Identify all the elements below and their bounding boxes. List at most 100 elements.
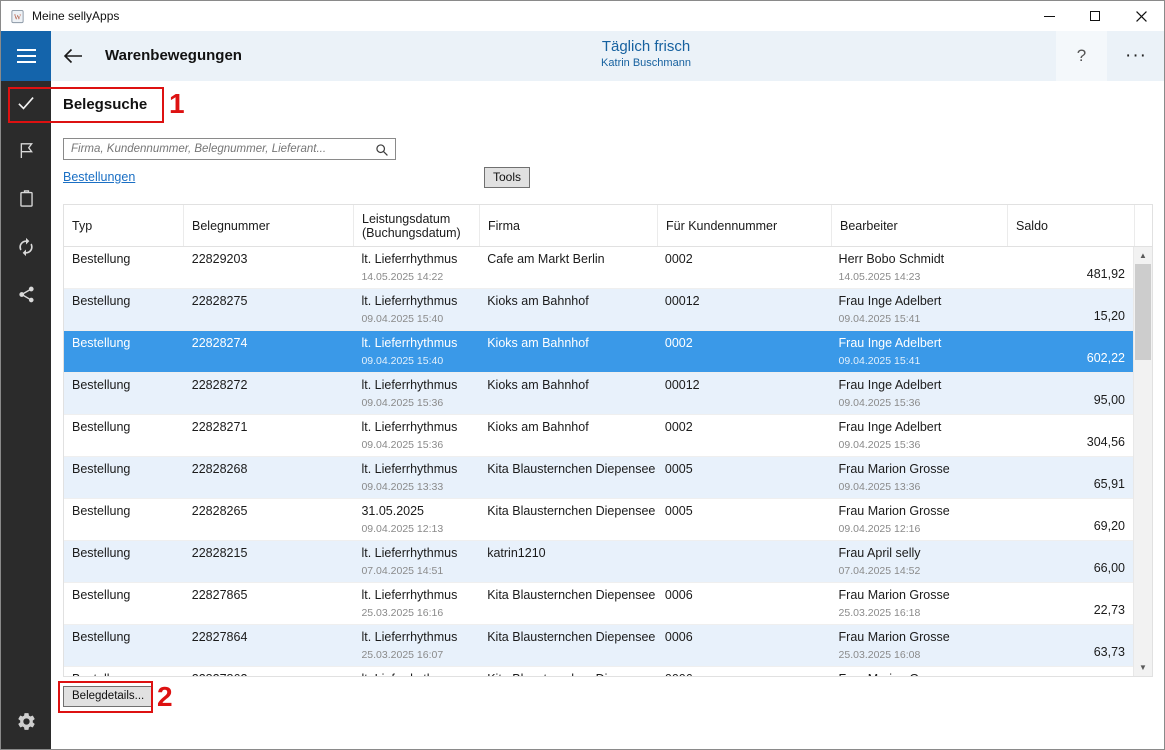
scrollbar-down-icon[interactable]: ▼: [1134, 659, 1152, 676]
share-icon: [17, 285, 36, 309]
cell-saldo: 95,00: [1094, 393, 1125, 407]
cell-firma: katrin1210: [487, 546, 649, 561]
settings-button[interactable]: [1, 701, 51, 747]
more-button[interactable]: ···: [1116, 31, 1156, 81]
table-row[interactable]: Bestellung 22827862 lt. Lieferrhythmus K…: [64, 667, 1133, 676]
cell-bearbeiter: Frau Marion Grosse: [839, 672, 999, 676]
cell-saldo: 69,20: [1094, 519, 1125, 533]
help-button[interactable]: ?: [1056, 31, 1107, 81]
column-header-leistungsdatum[interactable]: Leistungsdatum (Buchungsdatum): [354, 205, 480, 246]
cell-leistungsdatum: lt. Lieferrhythmus: [361, 420, 471, 435]
cell-bearbeiter: Frau Marion Grosse: [839, 462, 999, 477]
cell-belegnummer: 22828275: [192, 294, 346, 309]
cell-belegnummer: 22827864: [192, 630, 346, 645]
cell-bearbeitet-am: 09.04.2025 15:36: [839, 439, 999, 451]
cell-buchungsdatum: 07.04.2025 14:51: [361, 565, 471, 577]
sidebar: [1, 81, 51, 749]
search-icon[interactable]: [375, 143, 389, 162]
table-row[interactable]: Bestellung 22828268 lt. Lieferrhythmus09…: [64, 457, 1133, 499]
table-row[interactable]: Bestellung 22827864 lt. Lieferrhythmus25…: [64, 625, 1133, 667]
belegdetails-button[interactable]: Belegdetails...: [63, 686, 153, 707]
cell-bearbeiter: Frau Inge Adelbert: [839, 294, 999, 309]
cell-kundennummer: 0002: [665, 420, 823, 435]
column-header-firma[interactable]: Firma: [480, 205, 658, 246]
cell-bearbeiter: Frau Marion Grosse: [839, 504, 999, 519]
cell-belegnummer: 22828271: [192, 420, 346, 435]
cell-buchungsdatum: 09.04.2025 15:36: [361, 397, 471, 409]
column-header-bearbeiter[interactable]: Bearbeiter: [832, 205, 1008, 246]
maximize-icon[interactable]: [1072, 1, 1118, 31]
cell-buchungsdatum: 14.05.2025 14:22: [361, 271, 471, 283]
scrollbar-up-icon[interactable]: ▲: [1134, 247, 1152, 264]
vertical-scrollbar[interactable]: ▲ ▼: [1133, 247, 1152, 676]
sidebar-item-clipboard[interactable]: [1, 177, 51, 225]
close-icon[interactable]: [1118, 1, 1164, 31]
cell-buchungsdatum: 09.04.2025 15:40: [361, 313, 471, 325]
flag-icon: [17, 141, 36, 165]
cell-saldo: 66,00: [1094, 561, 1125, 575]
cell-firma: Kioks am Bahnhof: [487, 378, 649, 393]
cell-firma: Kita Blausternchen Diepensee: [487, 630, 649, 645]
cell-typ: Bestellung: [72, 546, 176, 561]
table-row[interactable]: Bestellung 22828275 lt. Lieferrhythmus 09…: [64, 289, 1133, 331]
cell-firma: Kioks am Bahnhof: [487, 294, 649, 309]
window-controls: [1026, 1, 1164, 31]
cell-saldo: 22,73: [1094, 603, 1125, 617]
column-header-saldo[interactable]: Saldo: [1008, 205, 1135, 246]
table-row[interactable]: Bestellung 22828272 lt. Lieferrhythmus09…: [64, 373, 1133, 415]
cell-saldo: 481,92: [1087, 267, 1125, 281]
search-input[interactable]: [64, 139, 395, 159]
table-row[interactable]: Bestellung 22828215 lt. Lieferrhythmus07…: [64, 541, 1133, 583]
cell-leistungsdatum: 31.05.2025: [361, 504, 471, 519]
back-arrow-icon[interactable]: [63, 48, 83, 69]
cell-kundennummer: 0005: [665, 504, 823, 519]
scrollbar-thumb[interactable]: [1135, 264, 1151, 360]
cell-buchungsdatum: 09.04.2025 15:40: [361, 355, 471, 367]
cell-typ: Bestellung: [72, 504, 176, 519]
sidebar-item-share[interactable]: [1, 273, 51, 321]
column-header-kundennummer[interactable]: Für Kundennummer: [658, 205, 832, 246]
column-header-typ[interactable]: Typ: [64, 205, 184, 246]
sidebar-item-belegsuche[interactable]: [1, 81, 51, 129]
cell-typ: Bestellung: [72, 294, 176, 309]
cell-saldo: 15,20: [1094, 309, 1125, 323]
table-row[interactable]: Bestellung 22829203 lt. Lieferrhythmus14…: [64, 247, 1133, 289]
results-table: Typ Belegnummer Leistungsdatum (Buchungs…: [63, 204, 1153, 677]
cell-bearbeiter: Frau Inge Adelbert: [839, 378, 999, 393]
cell-firma: Kioks am Bahnhof: [487, 336, 649, 351]
tab-bestellungen[interactable]: Bestellungen: [63, 170, 135, 184]
cell-leistungsdatum: lt. Lieferrhythmus: [361, 462, 471, 477]
check-icon: [16, 93, 36, 118]
cell-bearbeiter: Herr Bobo Schmidt: [839, 252, 999, 267]
cell-kundennummer: 0002: [665, 336, 823, 351]
cell-leistungsdatum: lt. Lieferrhythmus: [361, 672, 471, 676]
cell-bearbeitet-am: 09.04.2025 15:36: [839, 397, 999, 409]
cell-firma: Kita Blausternchen Diepensee: [487, 588, 649, 603]
table-row[interactable]: Bestellung 22828265 31.05.202509.04.2025…: [64, 499, 1133, 541]
cell-leistungsdatum: lt. Lieferrhythmus: [361, 294, 471, 309]
cell-bearbeitet-am: 07.04.2025 14:52: [839, 565, 999, 577]
sidebar-item-flag[interactable]: [1, 129, 51, 177]
cell-bearbeitet-am: 25.03.2025 16:18: [839, 607, 999, 619]
minimize-icon[interactable]: [1026, 1, 1072, 31]
cell-belegnummer: 22828268: [192, 462, 346, 477]
column-header-belegnummer[interactable]: Belegnummer: [184, 205, 354, 246]
cell-bearbeiter: Frau Marion Grosse: [839, 588, 999, 603]
cell-bearbeiter: Frau Inge Adelbert: [839, 420, 999, 435]
cell-typ: Bestellung: [72, 336, 176, 351]
cell-firma: Kita Blausternchen Diepensee: [487, 504, 649, 519]
cell-saldo: 63,73: [1094, 645, 1125, 659]
sidebar-item-sync[interactable]: [1, 225, 51, 273]
cell-kundennummer: 00012: [665, 378, 823, 393]
table-row[interactable]: Bestellung 22828271 lt. Lieferrhythmus09…: [64, 415, 1133, 457]
tools-button[interactable]: Tools: [484, 167, 530, 188]
app-window: W Meine sellyApps Warenbewegungen Täglic…: [0, 0, 1165, 750]
cell-leistungsdatum: lt. Lieferrhythmus: [361, 378, 471, 393]
table-row[interactable]: Bestellung 22827865 lt. Lieferrhythmus25…: [64, 583, 1133, 625]
cell-belegnummer: 22828272: [192, 378, 346, 393]
cell-firma: Cafe am Markt Berlin: [487, 252, 649, 267]
cell-bearbeiter: Frau Inge Adelbert: [839, 336, 999, 351]
user-name: Katrin Buschmann: [601, 57, 691, 69]
hamburger-icon[interactable]: [1, 31, 51, 81]
table-row[interactable]: Bestellung 22828274 lt. Lieferrhythmus09…: [64, 331, 1133, 373]
